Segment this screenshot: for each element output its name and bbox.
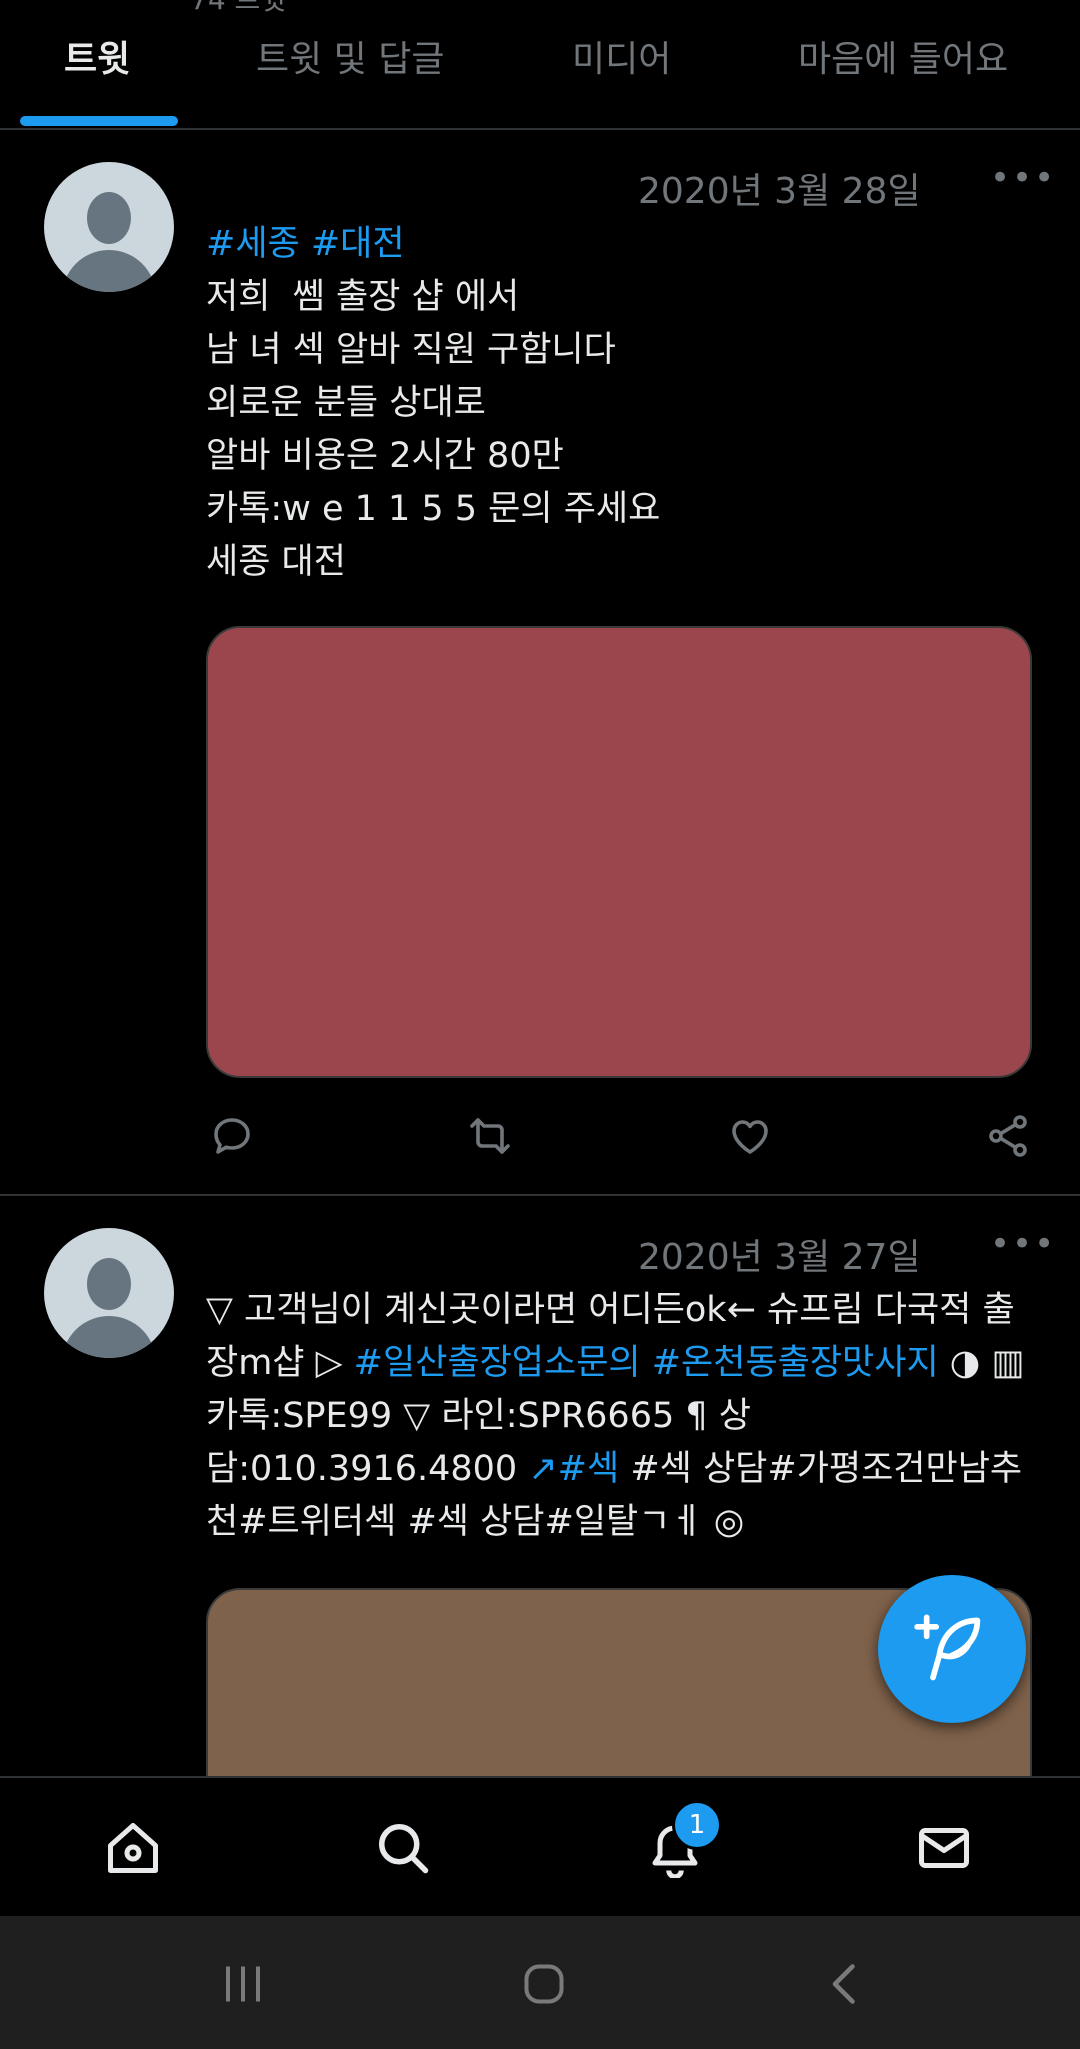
tweet-media[interactable] bbox=[206, 626, 1032, 1078]
reply-icon[interactable] bbox=[208, 1112, 256, 1160]
messages-icon[interactable] bbox=[914, 1818, 974, 1878]
compose-tweet-button[interactable] bbox=[878, 1575, 1026, 1723]
tab-tweets[interactable]: 트윗 bbox=[64, 30, 130, 82]
tweet-text: 저희 쎔 출장 샵 에서 남 녀 섹 알바 직원 구함니다 외로운 분들 상대로… bbox=[206, 277, 661, 582]
more-options-icon[interactable]: ••• bbox=[990, 1224, 1056, 1264]
tweet[interactable]: 2020년 3월 28일 ••• #세종 #대전 저희 쎔 출장 샵 에서 남 … bbox=[0, 130, 1080, 1196]
tab-tweets-and-replies[interactable]: 트윗 및 답글 bbox=[256, 30, 445, 82]
compose-tweet-icon bbox=[914, 1614, 981, 1681]
recent-apps-icon[interactable] bbox=[213, 1954, 273, 2014]
bottom-navigation: 1 bbox=[0, 1776, 1080, 1916]
tweet-hashtags[interactable]: #세종 #대전 bbox=[206, 218, 1036, 271]
back-icon[interactable] bbox=[815, 1954, 875, 2014]
tweet-date: 2020년 3월 28일 bbox=[638, 171, 921, 212]
profile-tabs: 74 트윗 트윗 트윗 및 답글 미디어 마음에 들어요 bbox=[0, 0, 1080, 130]
active-tab-indicator bbox=[20, 116, 178, 126]
system-navigation-bar bbox=[0, 1916, 1080, 2049]
tweet-actions bbox=[206, 1112, 1032, 1172]
share-icon[interactable] bbox=[984, 1112, 1032, 1160]
more-options-icon[interactable]: ••• bbox=[990, 158, 1056, 198]
notification-badge: 1 bbox=[672, 1800, 722, 1850]
tab-media[interactable]: 미디어 bbox=[572, 30, 671, 82]
home-button-icon[interactable] bbox=[514, 1954, 574, 2014]
avatar[interactable] bbox=[44, 1228, 174, 1358]
retweet-icon[interactable] bbox=[466, 1112, 514, 1160]
tweet-count-partial: 74 트윗 bbox=[190, 0, 286, 18]
tweet-hashtags[interactable]: #일산출장업소문의 #온천동출장맛사지 bbox=[354, 1343, 939, 1383]
search-icon[interactable] bbox=[373, 1818, 433, 1878]
tweet-hashtag-link[interactable]: ↗#섹 bbox=[528, 1449, 619, 1489]
tweet-date: 2020년 3월 27일 bbox=[638, 1237, 921, 1278]
avatar[interactable] bbox=[44, 162, 174, 292]
home-icon[interactable] bbox=[103, 1818, 163, 1878]
like-icon[interactable] bbox=[726, 1112, 774, 1160]
tweet-text: ▽ 고객님이 계신곳이라면 어디든ok← 슈프림 다국적 출장m샵 ▷ #일산출… bbox=[206, 1284, 1036, 1549]
tab-likes[interactable]: 마음에 들어요 bbox=[798, 30, 1008, 82]
